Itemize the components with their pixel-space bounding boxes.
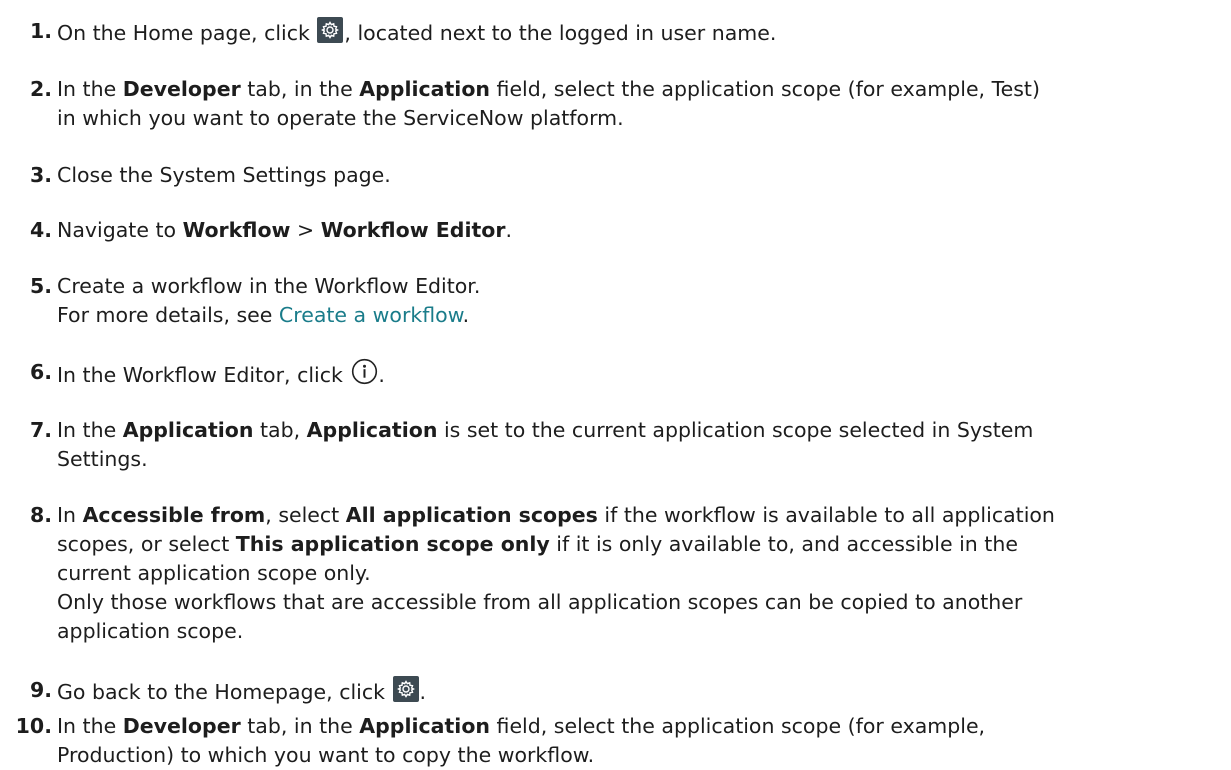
step-text: Go back to the Homepage, click . [57, 676, 1231, 707]
gear-icon [392, 676, 419, 702]
step-number: 7. [29, 418, 52, 442]
step-text: In the Developer tab, in the Application… [57, 77, 1040, 130]
gear-icon [317, 17, 344, 43]
step-number: 2. [29, 77, 52, 101]
step-number: 10. [15, 714, 52, 738]
step-text: In the Application tab, Application is s… [57, 418, 1034, 471]
step-number: 9. [29, 678, 52, 702]
create-workflow-link[interactable]: Create a workflow [279, 303, 463, 327]
step-text: Create a workflow in the Workflow Editor… [57, 274, 481, 327]
ui-term: Workflow [182, 218, 291, 242]
info-icon [351, 358, 378, 385]
step-text: In the Workflow Editor, click . [57, 358, 1231, 390]
ui-term: Application [306, 418, 438, 442]
step-number: 5. [29, 274, 52, 298]
ui-term: Application [359, 714, 491, 738]
ui-term: Developer [122, 77, 241, 101]
step-number: 3. [29, 163, 52, 187]
step-number: 1. [29, 19, 52, 43]
ui-term: Developer [122, 714, 241, 738]
ui-term: This application scope only [235, 532, 550, 556]
ui-term: Accessible from [82, 503, 266, 527]
ui-term: Application [359, 77, 491, 101]
step-number: 4. [29, 218, 52, 242]
step-number: 8. [29, 503, 52, 527]
step-text: In the Developer tab, in the Application… [57, 714, 986, 767]
ui-term: All application scopes [345, 503, 598, 527]
step-text: Navigate to Workflow > Workflow Editor. [57, 218, 513, 242]
step-text: Close the System Settings page. [57, 163, 391, 187]
step-text: On the Home page, click , located next t… [57, 17, 1231, 48]
ui-term: Workflow Editor [320, 218, 506, 242]
step-number: 6. [29, 360, 52, 384]
ui-term: Application [122, 418, 254, 442]
step-text: In Accessible from, select All applicati… [57, 503, 1055, 643]
